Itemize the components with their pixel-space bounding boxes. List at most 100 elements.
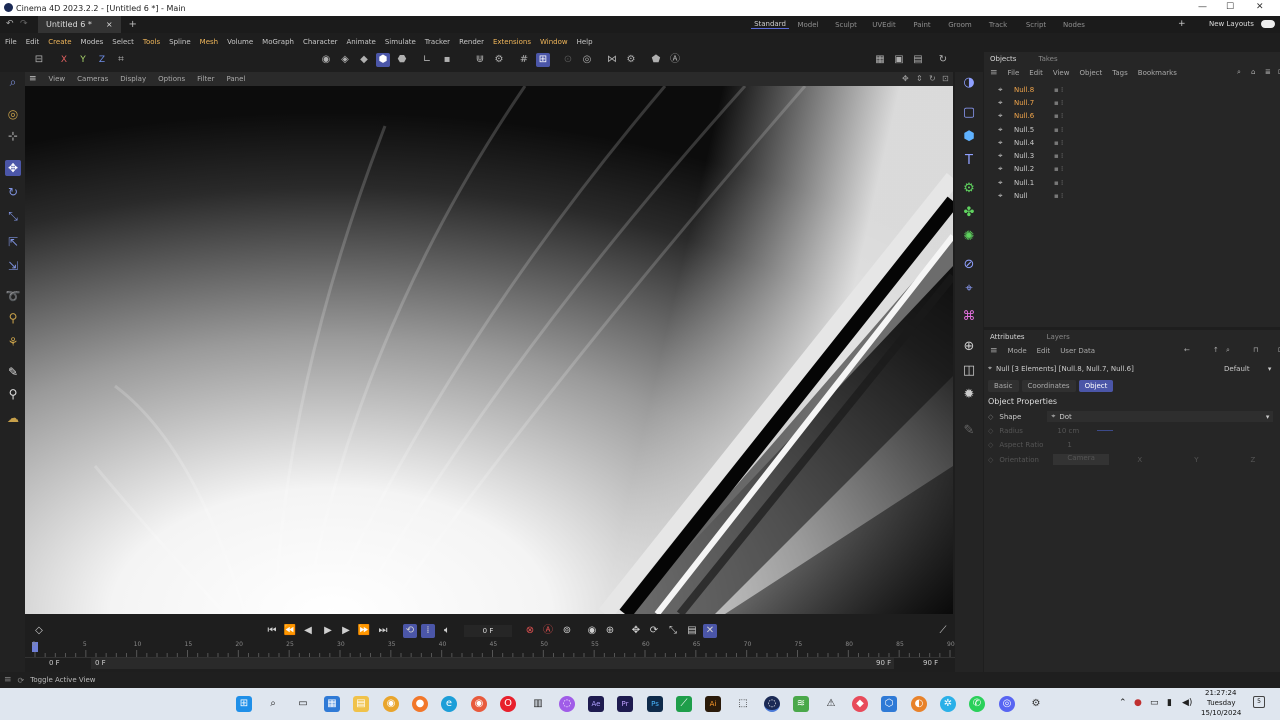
keyframe-icon[interactable]: ◇ — [32, 624, 46, 638]
radius-field[interactable]: 10 cm — [1057, 427, 1097, 435]
viewport-menu-cameras[interactable]: Cameras — [77, 75, 108, 83]
rotate-tool-icon[interactable]: ↻ — [5, 184, 21, 200]
object-mode-icon[interactable]: ⊟ — [32, 53, 46, 67]
menu-volume[interactable]: Volume — [227, 38, 253, 46]
objects-menu-icon[interactable]: ≡ — [990, 68, 998, 78]
scene-camera-icon[interactable]: ◫ — [960, 362, 978, 380]
light-icon[interactable]: ✹ — [960, 386, 978, 404]
keyframe-icon[interactable]: ◇ — [988, 413, 993, 421]
objects-menu-tags[interactable]: Tags — [1112, 69, 1128, 77]
preset-dropdown[interactable]: Default ▾ — [1224, 365, 1271, 373]
range-preview-start[interactable]: 0 F — [95, 659, 106, 667]
scale-tool-icon[interactable]: ⤡ — [5, 208, 21, 224]
redshift-icon[interactable]: ↻ — [936, 53, 950, 67]
edges-mode-icon[interactable]: ◆ — [357, 53, 371, 67]
objects-menu-file[interactable]: File — [1008, 69, 1020, 77]
null-object-icon[interactable]: ▢ — [960, 104, 978, 122]
param-key-icon[interactable]: ▤ — [685, 624, 699, 638]
visibility-dots[interactable]: ▪ ⁞ — [1054, 99, 1063, 107]
menu-mograph[interactable]: MoGraph — [262, 38, 294, 46]
zoom-view-icon[interactable]: ⇕ — [916, 74, 923, 83]
task-view-icon[interactable]: ▭ — [295, 696, 311, 712]
objects-menu-object[interactable]: Object — [1079, 69, 1102, 77]
object-row[interactable]: ⌖ Null.3 ▪ ⁞ — [984, 149, 1280, 162]
minimize-button[interactable]: — — [1198, 2, 1207, 12]
objects-menu-edit[interactable]: Edit — [1029, 69, 1043, 77]
knife-icon[interactable]: ⚲ — [5, 310, 21, 326]
cube-icon[interactable]: ⬢ — [960, 128, 978, 146]
visibility-dots[interactable]: ▪ ⁞ — [1054, 86, 1063, 94]
record-position-icon[interactable]: ◉ — [585, 624, 599, 638]
lock-icon[interactable]: ⊓ — [1253, 346, 1258, 354]
workplane-icon[interactable]: # — [517, 53, 531, 67]
move-key-icon[interactable]: ✥ — [629, 624, 643, 638]
document-tab[interactable]: Untitled 6 * × — [38, 16, 121, 33]
render-to-viewer-icon[interactable]: ▣ — [892, 53, 906, 67]
premiere-icon[interactable]: Pr — [617, 696, 633, 712]
clock-date[interactable]: 15/10/2024 — [1201, 709, 1241, 717]
back-arrow-icon[interactable]: ← — [1184, 346, 1190, 354]
settings-icon[interactable]: ⚙ — [624, 53, 638, 67]
object-row[interactable]: ⌖ Null ▪ ⁞ — [984, 189, 1280, 202]
current-frame-field[interactable]: 0 F — [464, 625, 512, 637]
record-scale-icon[interactable]: ⊕ — [603, 624, 617, 638]
keyframe-selection-icon[interactable]: ⊚ — [560, 624, 574, 638]
viewport-menu-display[interactable]: Display — [120, 75, 146, 83]
home-icon[interactable]: ⌂ — [1251, 68, 1255, 76]
grid-snap-icon[interactable]: ⊞ — [536, 53, 550, 67]
orientation-z[interactable]: Z — [1250, 456, 1255, 464]
menu-spline[interactable]: Spline — [169, 38, 191, 46]
opera-icon[interactable]: O — [500, 696, 516, 712]
tab-objects[interactable]: Objects — [984, 55, 1022, 63]
search-icon[interactable]: ⌕ — [1237, 68, 1241, 77]
rotate-key-icon[interactable]: ⟳ — [647, 624, 661, 638]
object-row[interactable]: ⌖ Null.2 ▪ ⁞ — [984, 162, 1280, 175]
attributes-menu-mode[interactable]: Mode — [1008, 347, 1027, 355]
attributes-menu-user-data[interactable]: User Data — [1060, 347, 1095, 355]
fps-icon[interactable]: ⁞ — [421, 624, 435, 638]
blender-icon[interactable]: ◐ — [911, 696, 927, 712]
camera-icon[interactable]: ◑ — [960, 74, 978, 92]
layout-tab[interactable]: UVEdit — [865, 21, 903, 29]
soft-selection-icon[interactable]: ◎ — [580, 53, 594, 67]
shape-dropdown[interactable]: ⌖ Dot ▾ — [1047, 411, 1274, 422]
close-button[interactable]: ✕ — [1256, 2, 1264, 12]
whatsapp-icon[interactable]: ✆ — [969, 696, 985, 712]
visibility-dots[interactable]: ▪ ⁞ — [1054, 165, 1063, 173]
layout-tab[interactable]: Track — [979, 21, 1017, 29]
uv-mode-icon[interactable]: ⬣ — [395, 53, 409, 67]
menu-tools[interactable]: Tools — [143, 38, 160, 46]
gear-app-icon[interactable]: ✲ — [940, 696, 956, 712]
messenger-icon[interactable]: ◌ — [559, 696, 575, 712]
viewport-menu-filter[interactable]: Filter — [197, 75, 214, 83]
layout-tab[interactable]: Script — [1017, 21, 1055, 29]
next-key-icon[interactable]: ⏩ — [357, 624, 371, 638]
rotate-view-icon[interactable]: ↻ — [929, 74, 936, 83]
media-encoder-icon[interactable]: ⟋ — [676, 696, 692, 712]
field-icon[interactable]: ⌖ — [960, 280, 978, 298]
tray-chevron-up-icon[interactable]: ⌃ — [1119, 698, 1127, 708]
spline-icon[interactable]: ⌘ — [960, 308, 978, 326]
warning-app-icon[interactable]: ⚠ — [823, 696, 839, 712]
redshift-app-icon[interactable]: ⬚ — [735, 696, 751, 712]
environment-icon[interactable]: ⊕ — [960, 338, 978, 356]
tab-attributes[interactable]: Attributes — [984, 333, 1031, 341]
status-menu-icon[interactable]: ≡ — [4, 675, 12, 685]
previous-frame-icon[interactable]: ◀ — [301, 624, 315, 638]
firefox-icon[interactable]: ● — [412, 696, 428, 712]
menu-select[interactable]: Select — [112, 38, 134, 46]
timeline-ruler[interactable]: 0 5 10 15 20 25 30 35 40 45 50 55 60 65 70 75 80 85 90 — [25, 640, 955, 658]
tab-takes[interactable]: Takes — [1032, 55, 1063, 63]
menu-window[interactable]: Window — [540, 38, 568, 46]
objects-menu-view[interactable]: View — [1053, 69, 1070, 77]
menu-render[interactable]: Render — [459, 38, 484, 46]
new-layouts-label[interactable]: New Layouts — [1209, 20, 1254, 28]
range-slider[interactable] — [91, 658, 894, 669]
keyframe-icon[interactable]: ◇ — [988, 441, 993, 449]
menu-tracker[interactable]: Tracker — [425, 38, 450, 46]
timeline-icon[interactable]: ⟋ — [936, 624, 950, 638]
next-frame-icon[interactable]: ▶ — [339, 624, 353, 638]
tray-app-icon[interactable]: ● — [1134, 698, 1142, 708]
deformer-icon[interactable]: ⊘ — [960, 256, 978, 274]
after-effects-icon[interactable]: Ae — [588, 696, 604, 712]
